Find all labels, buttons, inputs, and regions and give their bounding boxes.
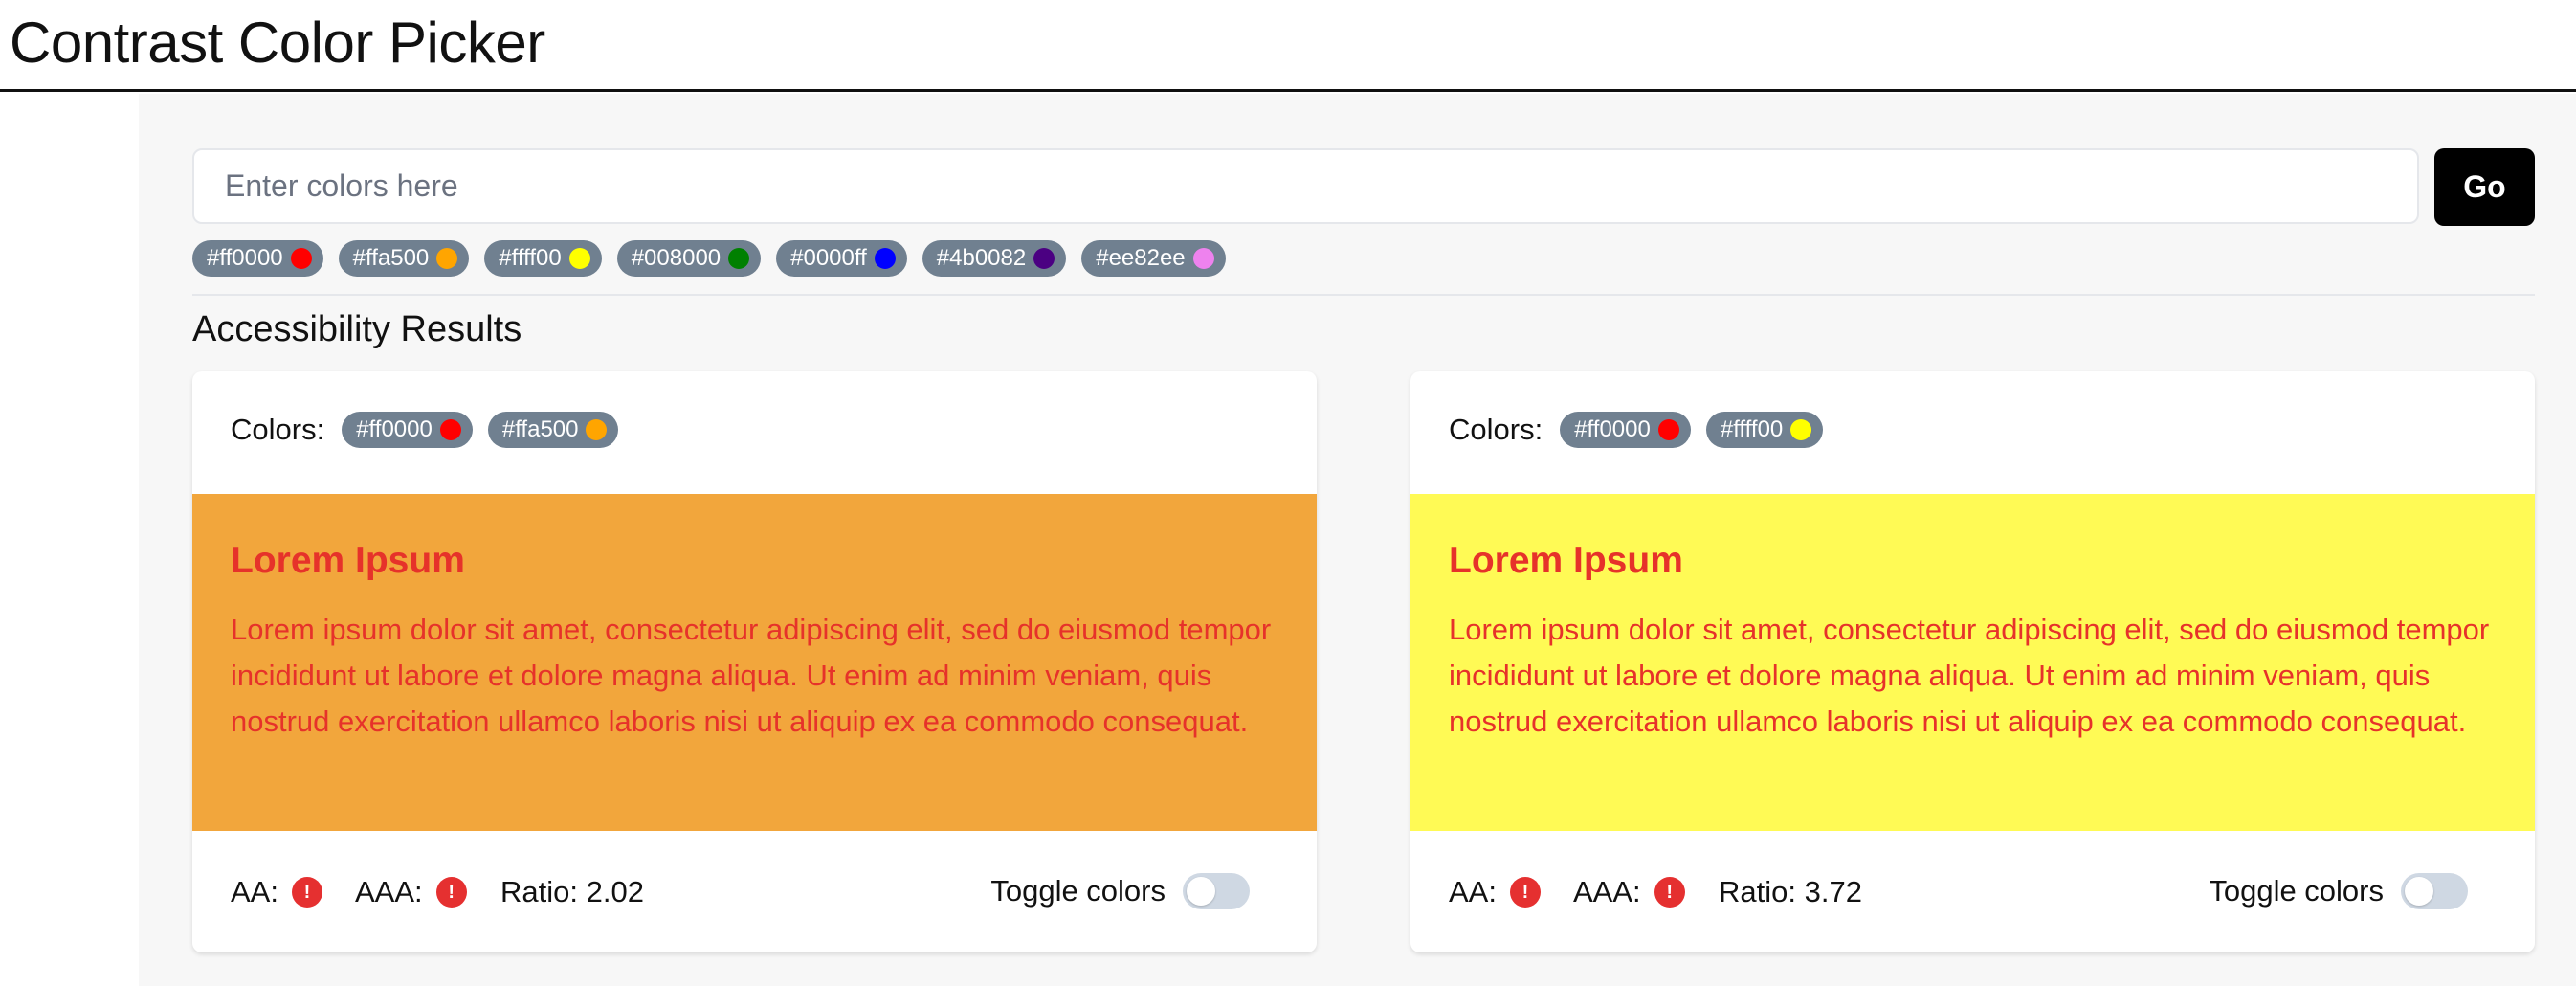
palette-chips: #ff0000 #ffa500 #ffff00 #008000 #0000ff …	[192, 240, 1226, 277]
card-footer: AA:! AAA:! Ratio: 2.02 Toggle colors	[192, 831, 1317, 952]
color-chip[interactable]: #ffff00	[484, 240, 602, 277]
color-swatch-icon	[1790, 419, 1812, 440]
color-chip[interactable]: #008000	[616, 240, 762, 277]
colors-input[interactable]	[192, 148, 2419, 224]
contrast-ratio: Ratio: 3.72	[1719, 875, 1862, 908]
color-chip: #ffa500	[487, 412, 619, 448]
contrast-preview: Lorem Ipsum Lorem ipsum dolor sit amet, …	[1410, 494, 2535, 831]
colors-label: Colors:	[231, 413, 325, 446]
chip-label: #ffff00	[499, 245, 562, 271]
colors-label: Colors:	[1449, 413, 1543, 446]
color-chip: #ff0000	[1560, 412, 1691, 448]
chip-label: #008000	[631, 245, 722, 271]
error-icon: !	[1509, 877, 1541, 908]
aa-label: AA:	[231, 875, 278, 908]
result-card: Colors: #ff0000 #ffa500 Lorem Ipsum Lore…	[192, 371, 1317, 952]
color-swatch-icon	[439, 419, 461, 440]
contrast-ratio: Ratio: 2.02	[500, 875, 644, 908]
aa-label: AA:	[1449, 875, 1497, 908]
card-colors: Colors: #ff0000 #ffa500	[231, 412, 619, 448]
main-content: Go #ff0000 #ffa500 #ffff00 #008000 #0000…	[139, 94, 2576, 986]
chip-label: #ee82ee	[1096, 245, 1186, 271]
chip-label: #4b0082	[936, 245, 1027, 271]
error-icon: !	[291, 877, 322, 908]
preview-title: Lorem Ipsum	[231, 540, 465, 581]
card-footer: AA:! AAA:! Ratio: 3.72 Toggle colors	[1410, 831, 2535, 952]
toggle-colors-switch[interactable]	[2401, 873, 2468, 909]
color-swatch-icon	[290, 248, 312, 269]
toggle-colors-control: Toggle colors	[990, 873, 1250, 909]
color-swatch-icon	[1657, 419, 1679, 440]
contrast-preview: Lorem Ipsum Lorem ipsum dolor sit amet, …	[192, 494, 1317, 831]
chip-label: #ff0000	[356, 416, 433, 442]
aa-status: AA:!	[1449, 875, 1541, 909]
chip-label: #0000ff	[790, 245, 867, 271]
preview-title: Lorem Ipsum	[1449, 540, 1683, 581]
color-chip[interactable]: #ff0000	[192, 240, 323, 277]
color-swatch-icon	[1033, 248, 1055, 269]
color-chip[interactable]: #0000ff	[776, 240, 907, 277]
color-swatch-icon	[586, 419, 608, 440]
go-button[interactable]: Go	[2434, 148, 2535, 226]
chip-label: #ffff00	[1720, 416, 1784, 442]
results-title: Accessibility Results	[192, 309, 522, 349]
aaa-status: AAA:!	[1573, 875, 1685, 909]
color-chip: #ff0000	[342, 412, 473, 448]
chip-label: #ffa500	[352, 245, 430, 271]
preview-body: Lorem ipsum dolor sit amet, consectetur …	[231, 613, 1272, 738]
preview-body: Lorem ipsum dolor sit amet, consectetur …	[1449, 613, 2490, 738]
aa-status: AA:!	[231, 875, 322, 909]
color-swatch-icon	[1192, 248, 1214, 269]
color-chip: #ffff00	[1705, 412, 1824, 448]
section-divider	[192, 294, 2535, 296]
toggle-label: Toggle colors	[990, 874, 1166, 908]
app-header: Contrast Color Picker	[0, 0, 2576, 92]
chip-label: #ff0000	[207, 245, 283, 271]
aaa-label: AAA:	[1573, 875, 1641, 908]
toggle-knob	[1187, 877, 1215, 906]
aaa-label: AAA:	[355, 875, 423, 908]
result-card: Colors: #ff0000 #ffff00 Lorem Ipsum Lore…	[1410, 371, 2535, 952]
chip-label: #ffa500	[501, 416, 579, 442]
toggle-knob	[2405, 877, 2433, 906]
aaa-status: AAA:!	[355, 875, 467, 909]
color-chip[interactable]: #4b0082	[922, 240, 1067, 277]
color-swatch-icon	[436, 248, 458, 269]
color-swatch-icon	[874, 248, 896, 269]
color-chip[interactable]: #ffa500	[338, 240, 470, 277]
toggle-colors-switch[interactable]	[1183, 873, 1250, 909]
app-title: Contrast Color Picker	[10, 11, 545, 75]
toggle-label: Toggle colors	[2209, 874, 2384, 908]
color-chip[interactable]: #ee82ee	[1081, 240, 1226, 277]
error-icon: !	[435, 877, 467, 908]
toggle-colors-control: Toggle colors	[2209, 873, 2468, 909]
color-swatch-icon	[728, 248, 750, 269]
chip-label: #ff0000	[1574, 416, 1651, 442]
card-colors: Colors: #ff0000 #ffff00	[1449, 412, 1824, 448]
color-swatch-icon	[568, 248, 590, 269]
error-icon: !	[1654, 877, 1685, 908]
